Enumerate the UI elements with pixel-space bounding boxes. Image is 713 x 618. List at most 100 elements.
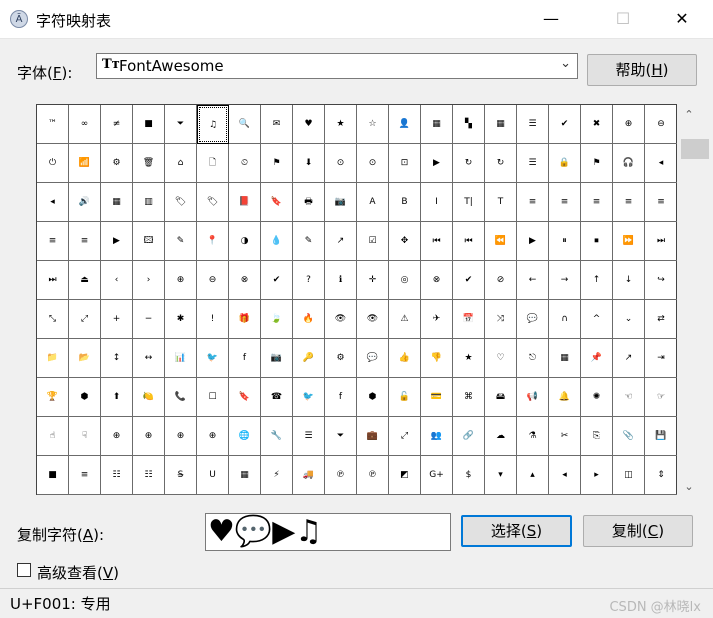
char-cell[interactable]: ⬆ [101, 378, 133, 417]
char-cell[interactable]: ✔ [261, 261, 293, 300]
char-cell[interactable]: 🔔 [549, 378, 581, 417]
char-cell[interactable]: 💳 [421, 378, 453, 417]
char-cell[interactable]: 🍋 [133, 378, 165, 417]
char-cell[interactable]: 📅 [453, 300, 485, 339]
char-cell[interactable]: ✈ [421, 300, 453, 339]
char-cell[interactable]: ⚑ [261, 144, 293, 183]
char-cell[interactable]: 🔓 [389, 378, 421, 417]
char-cell[interactable]: ⌘ [453, 378, 485, 417]
char-cell[interactable]: ⏷ [325, 417, 357, 456]
char-cell[interactable]: ^ [581, 300, 613, 339]
char-cell[interactable]: 🔖 [229, 378, 261, 417]
char-cell[interactable]: ≡ [613, 183, 645, 222]
char-cell[interactable]: ✛ [357, 261, 389, 300]
char-cell[interactable]: ⌂ [165, 144, 197, 183]
char-cell[interactable]: ⊕ [133, 417, 165, 456]
char-cell[interactable]: → [549, 261, 581, 300]
char-cell[interactable]: ▦ [549, 339, 581, 378]
char-cell[interactable]: I [421, 183, 453, 222]
copy-chars-input[interactable]: ♥💬▶♫ [205, 513, 451, 551]
char-cell[interactable]: ⬇ [293, 144, 325, 183]
char-cell[interactable]: 🔑 [293, 339, 325, 378]
char-cell[interactable]: ⚙ [325, 339, 357, 378]
char-cell[interactable]: − [133, 300, 165, 339]
char-cell[interactable]: U [197, 456, 229, 495]
char-cell[interactable]: ↑ [581, 261, 613, 300]
char-cell[interactable]: ★ [325, 105, 357, 144]
chevron-down-icon[interactable]: ⌄ [560, 56, 571, 71]
scroll-up-icon[interactable]: ⌃ [680, 108, 698, 121]
char-cell[interactable]: ⚙ [101, 144, 133, 183]
char-cell[interactable]: ⊕ [165, 261, 197, 300]
char-cell[interactable]: 🔗 [453, 417, 485, 456]
char-cell[interactable]: ☝ [37, 417, 69, 456]
char-cell[interactable]: ✉ [261, 105, 293, 144]
char-cell[interactable]: ◎ [389, 261, 421, 300]
char-cell[interactable]: 📂 [69, 339, 101, 378]
char-cell[interactable]: ⊕ [197, 417, 229, 456]
char-cell[interactable]: › [133, 261, 165, 300]
char-cell[interactable]: 💬 [517, 300, 549, 339]
char-cell[interactable]: ⏪ [485, 222, 517, 261]
char-cell[interactable]: ⊗ [229, 261, 261, 300]
char-cell[interactable]: ☁ [485, 417, 517, 456]
char-cell[interactable]: ≡ [645, 183, 677, 222]
char-cell[interactable]: ≡ [69, 456, 101, 495]
char-cell[interactable]: ☐ [197, 378, 229, 417]
char-cell[interactable]: ◂ [645, 144, 677, 183]
font-dropdown[interactable]: Tт FontAwesome ⌄ [96, 53, 578, 79]
char-cell[interactable]: 📕 [229, 183, 261, 222]
char-cell[interactable]: 💧 [261, 222, 293, 261]
char-cell[interactable]: 🖶 [293, 183, 325, 222]
char-cell[interactable]: ☞ [645, 378, 677, 417]
char-cell[interactable]: 🐦 [197, 339, 229, 378]
char-cell[interactable]: ☰ [293, 417, 325, 456]
char-cell[interactable]: ☷ [101, 456, 133, 495]
char-cell[interactable]: ⏹ [581, 222, 613, 261]
char-cell[interactable]: 📷 [325, 183, 357, 222]
char-cell[interactable]: ▦ [485, 105, 517, 144]
char-cell[interactable]: 👍 [389, 339, 421, 378]
char-cell[interactable]: ⎘ [581, 417, 613, 456]
char-cell[interactable]: ! [197, 300, 229, 339]
char-cell[interactable]: 🏷 [197, 183, 229, 222]
char-cell[interactable]: ⏻ [37, 144, 69, 183]
char-cell[interactable]: ▶ [517, 222, 549, 261]
char-cell[interactable]: ⤨ [485, 300, 517, 339]
char-cell[interactable]: ✖ [581, 105, 613, 144]
char-cell[interactable]: ▴ [517, 456, 549, 495]
char-cell[interactable]: ≡ [517, 183, 549, 222]
char-cell[interactable]: 👁 [325, 300, 357, 339]
char-cell[interactable]: 🔊 [69, 183, 101, 222]
char-cell[interactable]: ♡ [485, 339, 517, 378]
char-cell[interactable]: ⇥ [645, 339, 677, 378]
char-cell[interactable]: ‹ [101, 261, 133, 300]
char-cell[interactable]: ⤡ [37, 300, 69, 339]
char-cell[interactable]: ⤢ [389, 417, 421, 456]
char-cell[interactable]: 📶 [69, 144, 101, 183]
char-cell[interactable]: 🗑 [133, 144, 165, 183]
char-cell[interactable]: ◑ [229, 222, 261, 261]
char-cell[interactable]: 📌 [581, 339, 613, 378]
char-cell[interactable]: ⊕ [165, 417, 197, 456]
char-cell[interactable]: ☰ [517, 144, 549, 183]
char-cell[interactable]: 📁 [37, 339, 69, 378]
char-cell[interactable]: T| [453, 183, 485, 222]
char-cell[interactable]: ☎ [261, 378, 293, 417]
char-cell[interactable]: ⏲ [229, 144, 261, 183]
char-cell[interactable]: 🔥 [293, 300, 325, 339]
char-cell[interactable]: 🔍 [229, 105, 261, 144]
char-cell[interactable]: ⚑ [581, 144, 613, 183]
char-cell[interactable]: ▸ [581, 456, 613, 495]
char-cell[interactable]: ≡ [549, 183, 581, 222]
char-cell[interactable]: ⏩ [613, 222, 645, 261]
char-cell[interactable]: ✂ [549, 417, 581, 456]
char-cell[interactable]: 🏆 [37, 378, 69, 417]
char-cell[interactable]: ⊖ [645, 105, 677, 144]
char-cell[interactable]: 📷 [261, 339, 293, 378]
char-cell[interactable]: 🗋 [197, 144, 229, 183]
char-cell[interactable]: 🖴 [485, 378, 517, 417]
char-cell[interactable]: ⊗ [421, 261, 453, 300]
char-cell[interactable]: ▦ [421, 105, 453, 144]
char-cell[interactable]: 👤 [389, 105, 421, 144]
